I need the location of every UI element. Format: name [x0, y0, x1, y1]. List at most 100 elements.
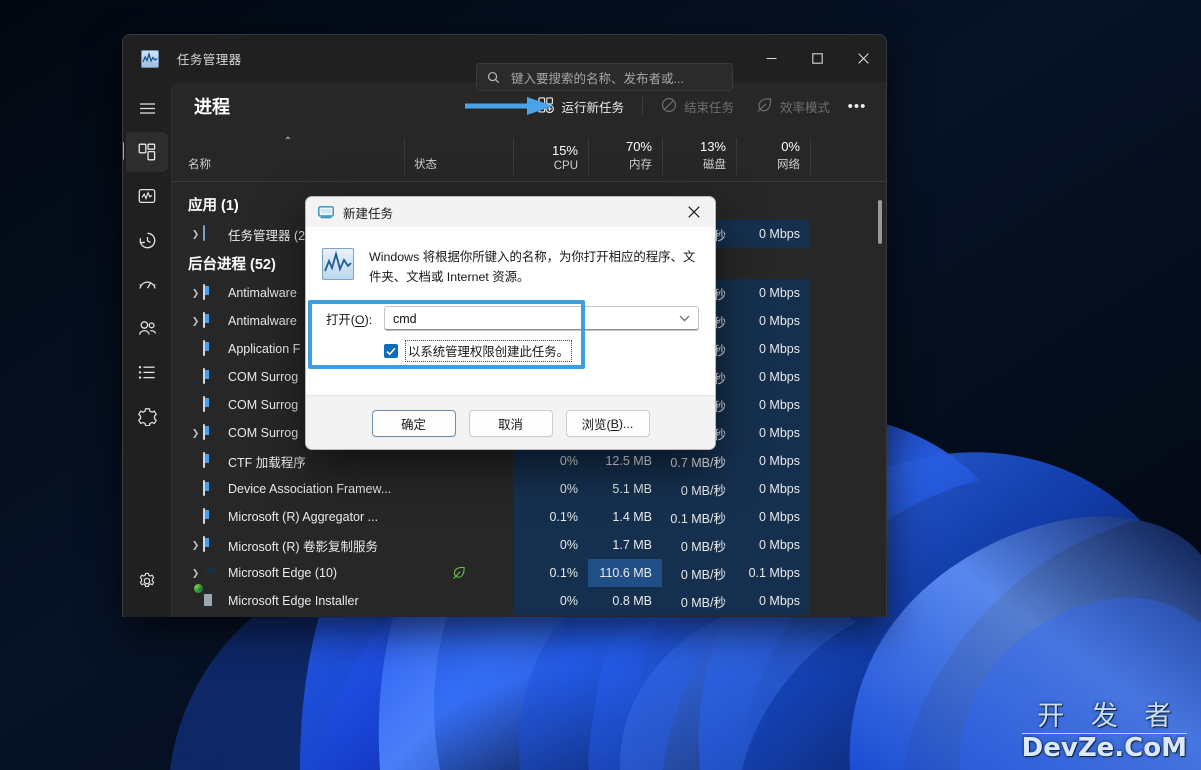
dialog-open-field-row: 打开(O): cmd: [322, 306, 699, 332]
processes-icon: [138, 143, 156, 161]
dialog-description-text: Windows 将根据你所键入的名称，为你打开相应的程序、文件夹、文档或 Int…: [369, 250, 696, 285]
admin-checkbox[interactable]: [384, 344, 398, 359]
dialog-close-button[interactable]: [673, 197, 715, 227]
cell-cpu: 0%: [513, 531, 588, 559]
table-row[interactable]: ❯ Microsoft Edge (10) 0.1% 110.6 MB 0 MB/秒 0.…: [172, 559, 886, 587]
cell-status: [404, 587, 513, 615]
hamburger-menu-button[interactable]: [126, 88, 168, 128]
expand-chevron-icon[interactable]: ❯: [188, 229, 203, 240]
dialog-description-row: Windows 将根据你所键入的名称，为你打开相应的程序、文件夹、文档或 Int…: [322, 247, 699, 287]
cell-status: [404, 475, 513, 503]
table-row[interactable]: CTF 加载程序 0% 12.5 MB 0.7 MB/秒 0 Mbps: [172, 447, 886, 475]
expand-chevron-icon[interactable]: ❯: [188, 316, 203, 327]
cell-spacer: [810, 447, 886, 475]
cell-name: ❯ Microsoft (R) 卷影复制服务: [172, 531, 404, 559]
ok-button[interactable]: 确定: [371, 410, 456, 437]
task-manager-large-icon: [322, 248, 354, 280]
cell-spacer: [810, 279, 886, 307]
process-name: Antimalware: [228, 314, 297, 328]
cell-mem: 0.8 MB: [588, 587, 662, 615]
cell-spacer: [810, 419, 886, 447]
efficiency-mode-label: 效率模式: [779, 100, 830, 115]
overflow-dots-icon: •••: [847, 97, 867, 115]
maximize-button[interactable]: [794, 35, 840, 82]
cell-disk: 0 MB/秒: [662, 559, 736, 587]
cell-net: 0 Mbps: [736, 220, 810, 248]
column-header-cpu-label: CPU: [553, 160, 578, 172]
admin-checkbox-label: 以系统管理权限创建此任务。: [405, 340, 573, 363]
sort-ascending-caret-icon: ⌃: [283, 136, 293, 147]
expand-chevron-icon[interactable]: ❯: [188, 428, 203, 439]
sidebar-item-processes[interactable]: [123, 132, 168, 172]
run-new-task-button[interactable]: 运行新任务: [528, 91, 634, 122]
cell-disk: 0 MB/秒: [662, 475, 736, 503]
sidebar-item-performance[interactable]: [126, 176, 168, 216]
cell-disk: 0.7 MB/秒: [662, 447, 736, 475]
table-row[interactable]: Device Association Framew... 0% 5.1 MB 0 MB…: [172, 475, 886, 503]
end-task-label: 结束任务: [683, 100, 734, 115]
column-header-cpu[interactable]: 15% CPU: [513, 130, 588, 181]
end-task-button[interactable]: 结束任务: [651, 91, 744, 122]
column-header-disk-label: 磁盘: [703, 159, 726, 171]
efficiency-leaf-icon: [452, 566, 466, 580]
cell-net: 0 Mbps: [736, 279, 810, 307]
cell-disk: 0 MB/秒: [662, 531, 736, 559]
open-combobox[interactable]: cmd: [384, 306, 699, 332]
table-row[interactable]: Microsoft Edge Installer 0% 0.8 MB 0 MB/秒 0 …: [172, 587, 886, 615]
cell-net: 0 Mbps: [736, 447, 810, 475]
generic-process-icon: [203, 452, 219, 469]
task-manager-icon: [203, 225, 219, 242]
cpu-total-value: 15%: [551, 143, 578, 158]
admin-checkbox-row[interactable]: 以系统管理权限创建此任务。: [322, 340, 699, 363]
sidebar-item-settings[interactable]: [126, 561, 168, 601]
column-header-status[interactable]: 状态: [404, 130, 513, 181]
run-new-task-icon: [538, 96, 555, 116]
minimize-button[interactable]: [748, 35, 794, 82]
cell-disk: 0.1 MB/秒: [662, 503, 736, 531]
chevron-down-icon[interactable]: [679, 314, 690, 324]
sidebar-item-startup-apps[interactable]: [126, 264, 168, 304]
generic-process-icon: [203, 480, 219, 497]
column-header-name-label: 名称: [188, 159, 211, 171]
close-button[interactable]: [840, 35, 886, 82]
window-caption-buttons: [748, 35, 886, 82]
cell-status: [404, 531, 513, 559]
table-row[interactable]: ❯ Microsoft (R) 卷影复制服务 0% 1.7 MB 0 MB/秒 0 Mbp…: [172, 531, 886, 559]
efficiency-mode-icon: [756, 97, 773, 116]
browse-button[interactable]: 浏览(B)...: [565, 410, 650, 437]
column-header-memory[interactable]: 70% 内存: [588, 130, 662, 181]
cancel-button[interactable]: 取消: [468, 410, 553, 437]
expand-chevron-icon[interactable]: ❯: [188, 568, 203, 579]
cell-spacer: [810, 363, 886, 391]
cell-net: 0 Mbps: [736, 475, 810, 503]
table-row[interactable]: Microsoft (R) Aggregator ... 0.1% 1.4 MB 0.…: [172, 503, 886, 531]
cell-name: CTF 加载程序: [172, 447, 404, 475]
column-header-name[interactable]: ⌃ 名称: [172, 130, 404, 181]
cell-spacer: [810, 559, 886, 587]
more-options-button[interactable]: •••: [842, 91, 872, 122]
expand-chevron-icon[interactable]: ❯: [188, 288, 203, 299]
efficiency-mode-button[interactable]: 效率模式: [746, 91, 840, 122]
command-separator: [641, 97, 643, 115]
sidebar-item-app-history[interactable]: [126, 220, 168, 260]
network-total-value: 0%: [781, 139, 800, 154]
sidebar-item-users[interactable]: [126, 308, 168, 348]
gear-icon: [139, 572, 155, 588]
column-header-disk[interactable]: 13% 磁盘: [662, 130, 736, 181]
sidebar-item-services[interactable]: [126, 396, 168, 436]
column-header-network[interactable]: 0% 网络: [736, 130, 810, 181]
expand-chevron-icon[interactable]: ❯: [188, 540, 203, 551]
column-header-spacer: [810, 130, 886, 181]
sidebar-item-details[interactable]: [126, 352, 168, 392]
startup-apps-icon: [138, 280, 156, 289]
process-name: Microsoft (R) Aggregator ...: [228, 510, 379, 524]
app-history-icon: [139, 232, 155, 248]
edge-icon: [203, 565, 219, 581]
process-name: COM Surrog: [228, 370, 299, 384]
new-task-dialog: 新建任务 Windows 将根据你所键入的名称，为你打开相应的程序、文件夹、文档…: [305, 196, 716, 450]
disk-total-value: 13%: [699, 139, 726, 154]
cell-net: 0 Mbps: [736, 419, 810, 447]
cell-cpu: 0%: [513, 475, 588, 503]
cell-status: [404, 559, 513, 587]
cell-cpu: 0.1%: [513, 503, 588, 531]
